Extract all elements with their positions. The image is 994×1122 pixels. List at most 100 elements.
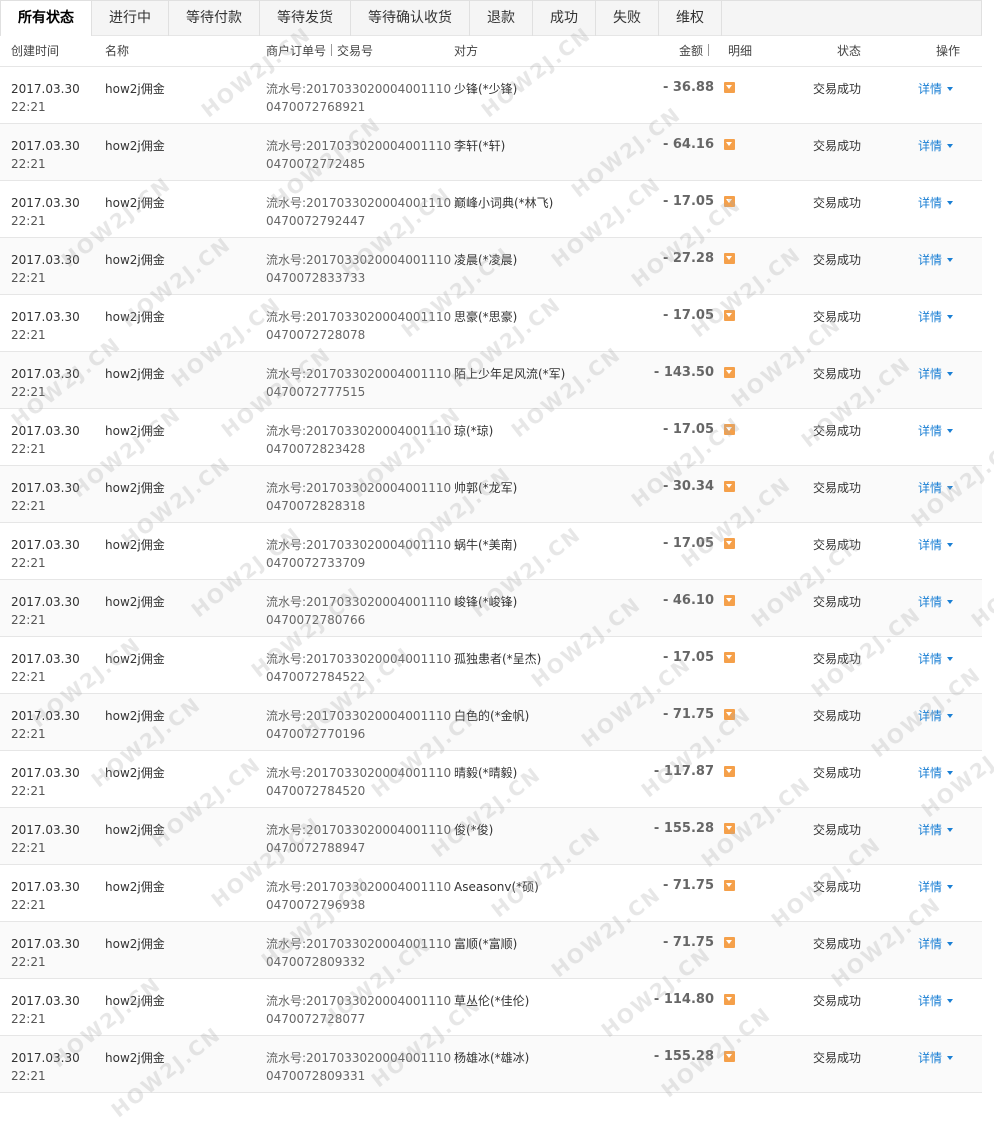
detail-link[interactable]: 详情 xyxy=(918,878,954,896)
detail-dropdown-icon[interactable] xyxy=(724,196,735,207)
detail-dropdown-icon[interactable] xyxy=(724,538,735,549)
detail-dropdown-icon[interactable] xyxy=(724,1051,735,1062)
detail-link[interactable]: 详情 xyxy=(918,365,954,383)
col-created: 创建时间 xyxy=(11,44,60,58)
detail-link[interactable]: 详情 xyxy=(918,536,954,554)
detail-dropdown-icon[interactable] xyxy=(724,481,735,492)
amount: - 17.05 xyxy=(662,194,714,209)
detail-link[interactable]: 详情 xyxy=(918,707,954,725)
created-time: 22:21 xyxy=(11,955,46,969)
counterparty: 思豪(*思豪) xyxy=(454,310,518,324)
detail-dropdown-icon[interactable] xyxy=(724,880,735,891)
status-text: 交易成功 xyxy=(813,1051,862,1065)
detail-link[interactable]: 详情 xyxy=(918,1049,954,1067)
table-row: 2017.03.30 22:21 how2j佣金 流水号:20170330200040… xyxy=(0,124,982,181)
chevron-down-icon xyxy=(947,258,954,262)
detail-dropdown-icon[interactable] xyxy=(724,253,735,264)
detail-dropdown-icon[interactable] xyxy=(724,937,735,948)
flow-number: 流水号:2017033020004001110 xyxy=(266,1051,452,1065)
detail-dropdown-icon[interactable] xyxy=(724,994,735,1005)
tab-0[interactable]: 所有状态 xyxy=(1,1,92,37)
detail-dropdown-icon[interactable] xyxy=(724,652,735,663)
flow-number-cont: 0470072784522 xyxy=(266,670,366,684)
tab-7[interactable]: 失败 xyxy=(596,1,659,36)
detail-link[interactable]: 详情 xyxy=(918,80,954,98)
tab-1[interactable]: 进行中 xyxy=(92,1,169,36)
counterparty: 李轩(*轩) xyxy=(454,139,506,153)
counterparty: 杨雄冰(*雄冰) xyxy=(454,1051,530,1065)
counterparty: 富顺(*富顺) xyxy=(454,937,518,951)
detail-link-label: 详情 xyxy=(918,310,943,324)
detail-link-label: 详情 xyxy=(918,595,943,609)
table-row: 2017.03.30 22:21 how2j佣金 流水号:20170330200040… xyxy=(0,751,982,808)
detail-link[interactable]: 详情 xyxy=(918,650,954,668)
detail-dropdown-icon[interactable] xyxy=(724,424,735,435)
counterparty: Aseasonv(*硕) xyxy=(454,880,539,894)
amount: - 30.34 xyxy=(662,479,714,494)
detail-link[interactable]: 详情 xyxy=(918,593,954,611)
col-amount-detail: 金额 xyxy=(679,36,714,67)
detail-dropdown-icon[interactable] xyxy=(724,823,735,834)
created-date: 2017.03.30 xyxy=(11,82,80,96)
table-row: 2017.03.30 22:21 how2j佣金 流水号:20170330200040… xyxy=(0,808,982,865)
amount: - 71.75 xyxy=(662,707,714,722)
flow-number: 流水号:2017033020004001110 xyxy=(266,310,452,324)
detail-link[interactable]: 详情 xyxy=(918,992,954,1010)
table-row: 2017.03.30 22:21 how2j佣金 流水号:20170330200040… xyxy=(0,922,982,979)
tab-4[interactable]: 等待确认收货 xyxy=(351,1,470,36)
table-row: 2017.03.30 22:21 how2j佣金 流水号:20170330200040… xyxy=(0,181,982,238)
flow-number: 流水号:2017033020004001110 xyxy=(266,481,452,495)
tab-6[interactable]: 成功 xyxy=(533,1,596,36)
tab-8[interactable]: 维权 xyxy=(659,1,722,36)
detail-link[interactable]: 详情 xyxy=(918,308,954,326)
detail-link[interactable]: 详情 xyxy=(918,764,954,782)
flow-number-cont: 0470072728077 xyxy=(266,1012,366,1026)
counterparty: 晴毅(*晴毅) xyxy=(454,766,518,780)
status-text: 交易成功 xyxy=(813,82,862,96)
chevron-down-icon xyxy=(947,372,954,376)
tab-3[interactable]: 等待发货 xyxy=(260,1,351,36)
detail-dropdown-icon[interactable] xyxy=(724,310,735,321)
counterparty: 帅郭(*龙军) xyxy=(454,481,518,495)
flow-number: 流水号:2017033020004001110 xyxy=(266,823,452,837)
detail-dropdown-icon[interactable] xyxy=(724,595,735,606)
chevron-down-icon xyxy=(947,771,954,775)
detail-link-label: 详情 xyxy=(918,196,943,210)
detail-dropdown-icon[interactable] xyxy=(724,367,735,378)
tab-2[interactable]: 等待付款 xyxy=(169,1,260,36)
table-row: 2017.03.30 22:21 how2j佣金 流水号:20170330200040… xyxy=(0,238,982,295)
chevron-down-icon xyxy=(947,600,954,604)
detail-link[interactable]: 详情 xyxy=(918,251,954,269)
chevron-down-icon xyxy=(947,714,954,718)
flow-number-cont: 0470072777515 xyxy=(266,385,366,399)
tab-5[interactable]: 退款 xyxy=(470,1,533,36)
detail-link-label: 详情 xyxy=(918,1051,943,1065)
item-name: how2j佣金 xyxy=(105,538,165,552)
counterparty: 白色的(*金帆) xyxy=(454,709,530,723)
detail-dropdown-icon[interactable] xyxy=(724,139,735,150)
created-time: 22:21 xyxy=(11,1012,46,1026)
detail-link[interactable]: 详情 xyxy=(918,137,954,155)
detail-link[interactable]: 详情 xyxy=(918,935,954,953)
created-date: 2017.03.30 xyxy=(11,139,80,153)
amount: - 117.87 xyxy=(653,764,714,779)
divider xyxy=(331,44,333,56)
col-status: 状态 xyxy=(837,44,862,58)
detail-link[interactable]: 详情 xyxy=(918,479,954,497)
table-row: 2017.03.30 22:21 how2j佣金 流水号:20170330200040… xyxy=(0,694,982,751)
flow-number-cont: 0470072728078 xyxy=(266,328,366,342)
detail-link[interactable]: 详情 xyxy=(918,194,954,212)
detail-dropdown-icon[interactable] xyxy=(724,709,735,720)
flow-number-cont: 0470072833733 xyxy=(266,271,366,285)
chevron-down-icon xyxy=(947,429,954,433)
detail-link-label: 详情 xyxy=(918,880,943,894)
detail-dropdown-icon[interactable] xyxy=(724,766,735,777)
item-name: how2j佣金 xyxy=(105,367,165,381)
amount: - 17.05 xyxy=(662,536,714,551)
detail-link[interactable]: 详情 xyxy=(918,422,954,440)
detail-dropdown-icon[interactable] xyxy=(724,82,735,93)
flow-number: 流水号:2017033020004001110 xyxy=(266,937,452,951)
chevron-down-icon xyxy=(947,885,954,889)
detail-link[interactable]: 详情 xyxy=(918,821,954,839)
item-name: how2j佣金 xyxy=(105,823,165,837)
